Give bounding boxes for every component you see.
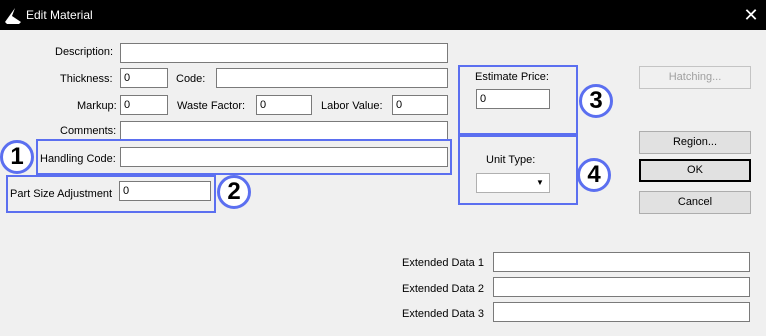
estimate-price-label: Estimate Price:: [475, 71, 549, 83]
description-input[interactable]: [120, 43, 448, 63]
markup-label: Markup:: [77, 100, 117, 112]
annotation-badge-2: 2: [217, 175, 251, 209]
annotation-badge-4: 4: [577, 158, 611, 192]
labor-value-label: Labor Value:: [321, 100, 383, 112]
labor-value-input[interactable]: 0: [392, 95, 448, 115]
unit-type-select[interactable]: ▼: [476, 173, 550, 193]
annotation-badge-3: 3: [579, 84, 613, 118]
handling-code-input[interactable]: [120, 147, 448, 167]
description-label: Description:: [55, 46, 114, 58]
hatching-button[interactable]: Hatching...: [639, 66, 751, 89]
extended-data-3-input[interactable]: [493, 302, 750, 322]
part-size-adjustment-label: Part Size Adjustment: [10, 188, 113, 200]
region-button[interactable]: Region...: [639, 131, 751, 154]
waste-factor-label: Waste Factor:: [177, 100, 246, 112]
thickness-label: Thickness:: [60, 73, 113, 85]
thickness-input[interactable]: 0: [120, 68, 168, 88]
code-label: Code:: [176, 73, 206, 85]
comments-input[interactable]: [120, 121, 448, 141]
code-input[interactable]: [216, 68, 448, 88]
estimate-price-input[interactable]: 0: [476, 89, 550, 109]
markup-input[interactable]: 0: [120, 95, 168, 115]
waste-factor-input[interactable]: 0: [256, 95, 312, 115]
part-size-adjustment-input[interactable]: 0: [119, 181, 211, 201]
title-bar: Edit Material ✕: [0, 0, 766, 30]
comments-label: Comments:: [60, 125, 117, 137]
annotation-badge-1: 1: [0, 140, 34, 174]
extended-data-2-label: Extended Data 2: [402, 283, 484, 295]
extended-data-3-label: Extended Data 3: [402, 308, 484, 320]
extended-data-2-input[interactable]: [493, 277, 750, 297]
window-title: Edit Material: [26, 8, 93, 22]
extended-data-1-label: Extended Data 1: [402, 257, 484, 269]
extended-data-1-input[interactable]: [493, 252, 750, 272]
cancel-button[interactable]: Cancel: [639, 191, 751, 214]
ok-button[interactable]: OK: [639, 159, 751, 182]
chevron-down-icon[interactable]: ▼: [533, 176, 547, 190]
highlight-box-4: [458, 135, 578, 205]
handling-code-label: Handling Code:: [40, 153, 116, 165]
app-logo-icon: [5, 8, 21, 24]
close-icon[interactable]: ✕: [740, 4, 762, 26]
unit-type-label: Unit Type:: [486, 154, 536, 166]
